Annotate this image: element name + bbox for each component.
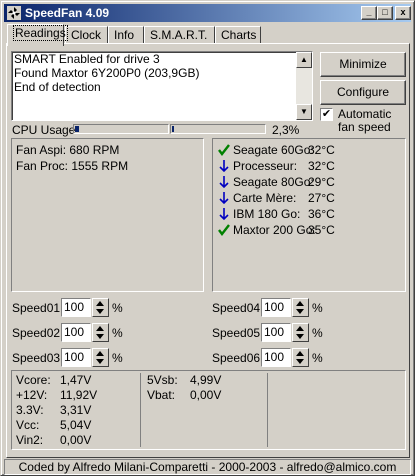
close-window-button[interactable]: x <box>395 6 411 20</box>
cpu-usage-value: 2,3% <box>272 123 300 137</box>
speed03-spinner[interactable] <box>92 348 109 367</box>
speed04-label: Speed04: <box>212 301 264 315</box>
speed01-spinner[interactable] <box>92 298 109 317</box>
check-icon <box>218 144 230 156</box>
log-scrollbar[interactable]: ▲ ▼ <box>296 52 312 120</box>
speed03-input[interactable]: 100 <box>61 348 91 367</box>
percent-unit: % <box>312 326 323 340</box>
arrow-down-icon <box>219 208 229 221</box>
voltage-column-divider <box>140 373 141 447</box>
log-line: End of detection <box>14 80 101 94</box>
speed03-label: Speed03: <box>12 351 64 365</box>
automatic-fan-speed-label: Automatic fan speed <box>338 107 392 134</box>
speed06-spinner[interactable] <box>292 348 309 367</box>
log-line: SMART Enabled for drive 3 <box>14 52 160 66</box>
speed02-input[interactable]: 100 <box>61 323 91 342</box>
voltage-row: +12V: 11,92V <box>16 388 98 402</box>
speed06-input[interactable]: 100 <box>261 348 291 367</box>
percent-unit: % <box>112 301 123 315</box>
speed01-input[interactable]: 100 <box>61 298 91 317</box>
speed04-spinner[interactable] <box>292 298 309 317</box>
readings-panel: SMART Enabled for drive 3 Found Maxtor 6… <box>6 43 410 458</box>
status-bar: Coded by Alfredo Milani-Comparetti - 200… <box>4 459 411 475</box>
detection-log[interactable]: SMART Enabled for drive 3 Found Maxtor 6… <box>11 51 313 121</box>
window-title: SpeedFan 4.09 <box>25 6 110 20</box>
scroll-up-icon[interactable]: ▲ <box>296 52 312 68</box>
arrow-down-icon <box>219 160 229 173</box>
voltages-box: Vcore: 1,47V +12V: 11,92V 3.3V: 3,31V Vcc: 5… <box>11 370 406 450</box>
speed05-spinner[interactable] <box>292 323 309 342</box>
speedfan-window: SpeedFan 4.09 _ □ x Readings Clock Info … <box>0 0 415 476</box>
title-bar[interactable]: SpeedFan 4.09 _ □ x <box>4 4 411 22</box>
percent-unit: % <box>312 351 323 365</box>
tab-info[interactable]: Info <box>108 26 144 44</box>
tab-readings[interactable]: Readings <box>7 24 68 46</box>
voltage-row: 3.3V: 3,31V <box>16 403 92 417</box>
speed04-input[interactable]: 100 <box>261 298 291 317</box>
tab-charts[interactable]: Charts <box>215 26 261 44</box>
fan-icon <box>6 5 22 21</box>
fans-box: Fan Aspi: 680 RPM Fan Proc: 1555 RPM <box>11 138 204 292</box>
speed05-input[interactable]: 100 <box>261 323 291 342</box>
check-icon <box>218 224 230 236</box>
cpu-usage-label: CPU Usage <box>12 123 76 137</box>
maximize-window-button[interactable]: □ <box>377 6 393 20</box>
log-line: Found Maxtor 6Y200P0 (203,9GB) <box>14 66 200 80</box>
temperatures-box: Seagate 60Go: 32°C Processeur: 32°C Seagat… <box>212 138 406 292</box>
speed05-label: Speed05: <box>212 326 264 340</box>
speed01-label: Speed01: <box>12 301 64 315</box>
speed02-label: Speed02: <box>12 326 64 340</box>
cpu-usage-bar-right <box>170 124 266 134</box>
percent-unit: % <box>112 326 123 340</box>
minimize-button[interactable]: Minimize <box>320 52 406 77</box>
configure-button[interactable]: Configure <box>320 80 406 105</box>
speed06-label: Speed06: <box>212 351 264 365</box>
voltage-row: Vin2: 0,00V <box>16 433 92 447</box>
cpu-usage-bar-left <box>73 124 169 134</box>
arrow-down-icon <box>219 192 229 205</box>
voltage-column-divider <box>267 373 268 447</box>
fan-row: Fan Aspi: 680 RPM <box>16 143 120 157</box>
automatic-fan-speed-checkbox[interactable]: ✔ <box>320 108 333 121</box>
scroll-down-icon[interactable]: ▼ <box>296 104 312 120</box>
voltage-row: 5Vsb: 4,99V <box>147 373 222 387</box>
voltage-row: Vcc: 5,04V <box>16 418 92 432</box>
cpu-usage-fill <box>172 126 174 132</box>
fan-row: Fan Proc: 1555 RPM <box>16 159 129 173</box>
tab-clock[interactable]: Clock <box>65 26 108 44</box>
speed02-spinner[interactable] <box>92 323 109 342</box>
voltage-row: Vcore: 1,47V <box>16 373 92 387</box>
arrow-down-icon <box>219 176 229 189</box>
minimize-window-button[interactable]: _ <box>361 6 377 20</box>
percent-unit: % <box>312 301 323 315</box>
cpu-usage-fill <box>75 126 79 132</box>
tab-smart[interactable]: S.M.A.R.T. <box>144 26 215 44</box>
voltage-row: Vbat: 0,00V <box>147 388 222 402</box>
percent-unit: % <box>112 351 123 365</box>
